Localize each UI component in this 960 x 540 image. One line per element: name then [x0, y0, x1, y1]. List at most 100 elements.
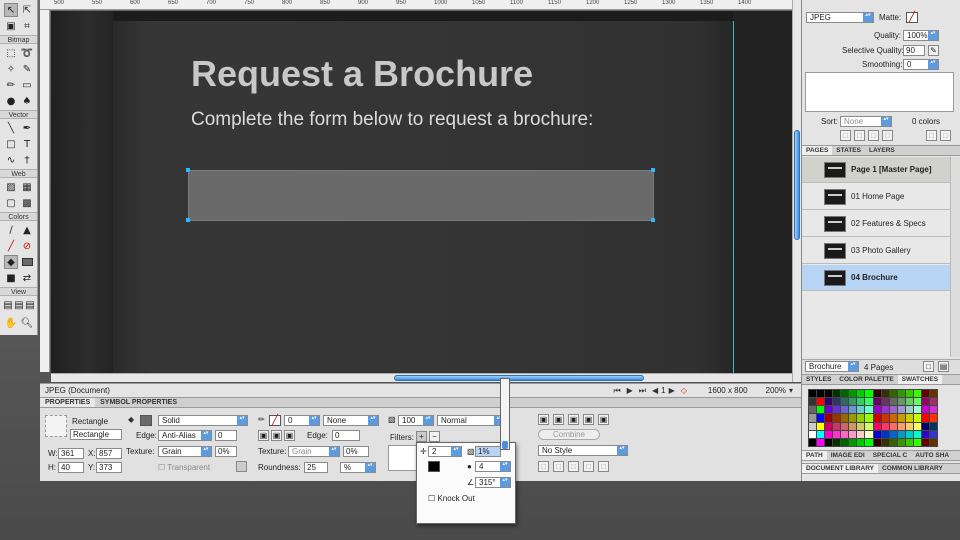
swatch-cell[interactable]	[881, 422, 889, 430]
roundness-field[interactable]: 25	[304, 462, 328, 473]
swatch-cell[interactable]	[897, 390, 905, 398]
selective-quality-field[interactable]: 90	[903, 45, 925, 56]
swatch-cell[interactable]	[913, 414, 921, 422]
tab-special-characters[interactable]: SPECIAL C	[869, 451, 912, 460]
swatch-cell[interactable]	[913, 422, 921, 430]
shadow-opacity-field[interactable]: 1%	[475, 446, 501, 457]
swatch-cell[interactable]	[809, 438, 817, 446]
swatch-cell[interactable]	[825, 414, 833, 422]
swatch-cell[interactable]	[921, 414, 929, 422]
swatch-cell[interactable]	[929, 422, 937, 430]
page-row[interactable]: Page 1 [Master Page]	[802, 157, 950, 183]
tab-swatches[interactable]: SWATCHES	[897, 375, 943, 384]
selection-handle[interactable]	[186, 168, 190, 172]
stroke-center-icon[interactable]: ▣	[271, 430, 282, 441]
eyedropper-icon[interactable]: ∕	[4, 223, 18, 237]
rubber-stamp-icon[interactable]: ♠	[20, 94, 34, 108]
swatch-cell[interactable]	[929, 430, 937, 438]
swatch-cell[interactable]	[913, 398, 921, 406]
stroke-color-icon[interactable]: ╱	[4, 239, 18, 253]
paint-fill-icon[interactable]: ◆	[4, 255, 18, 269]
rectangle-icon[interactable]: □	[4, 137, 18, 151]
swatch-cell[interactable]	[921, 406, 929, 414]
stroke-type-select[interactable]: None	[323, 415, 379, 426]
swatch-cell[interactable]	[841, 406, 849, 414]
fill-type-select[interactable]: Solid	[158, 415, 248, 426]
swatch-cell[interactable]	[849, 422, 857, 430]
selection-handle[interactable]	[186, 218, 190, 222]
object-name-field[interactable]: Rectangle	[70, 429, 122, 440]
y-field[interactable]: 373	[96, 462, 122, 473]
swatch-cell[interactable]	[889, 406, 897, 414]
swatch-cell[interactable]	[897, 422, 905, 430]
swatch-cell[interactable]	[865, 398, 873, 406]
opacity-slider[interactable]	[500, 378, 510, 450]
knockout-checkbox[interactable]: ☐ Knock Out	[428, 494, 475, 503]
swatch-cell[interactable]	[849, 406, 857, 414]
line-icon[interactable]: ╲	[4, 121, 18, 135]
softness-field[interactable]: 4	[475, 461, 511, 472]
vertical-scrollbar[interactable]	[792, 0, 801, 382]
stop-icon[interactable]: ◇	[681, 386, 687, 395]
swatch-cell[interactable]	[873, 430, 881, 438]
subselect-icon[interactable]: ⇱	[20, 3, 34, 17]
vertical-guide[interactable]	[733, 21, 734, 373]
style-option-icon[interactable]: □	[598, 461, 609, 472]
sort-select[interactable]: None	[840, 116, 892, 127]
standard-mode-icon[interactable]: ▤	[3, 298, 13, 312]
magic-wand-icon[interactable]: ✧	[4, 62, 18, 76]
stroke-color-swatch[interactable]: ╱	[269, 415, 281, 426]
shadow-color-swatch[interactable]	[428, 461, 440, 472]
prev-page-icon[interactable]: ◀	[652, 386, 658, 395]
swatch-cell[interactable]	[889, 430, 897, 438]
blend-mode-select[interactable]: Normal	[437, 415, 505, 426]
swatch-cell[interactable]	[897, 398, 905, 406]
x-field[interactable]: 857	[96, 448, 122, 459]
tab-properties[interactable]: PROPERTIES	[40, 398, 96, 407]
pencil-icon[interactable]: ✏	[4, 78, 18, 92]
swatch-cell[interactable]	[873, 414, 881, 422]
swatch-cell[interactable]	[897, 414, 905, 422]
swatch-cell[interactable]	[849, 398, 857, 406]
swatch-cell[interactable]	[849, 430, 857, 438]
swatch-cell[interactable]	[897, 438, 905, 446]
angle-field[interactable]: 315°	[475, 477, 511, 488]
path-crop-icon[interactable]: ▣	[583, 414, 594, 425]
swatch-cell[interactable]	[857, 422, 865, 430]
swatch-cell[interactable]	[921, 422, 929, 430]
no-color-icon[interactable]: ⊘	[20, 239, 34, 253]
swatch-cell[interactable]	[833, 398, 841, 406]
width-field[interactable]: 361	[58, 448, 84, 459]
scale-icon[interactable]: ▣	[4, 19, 18, 33]
tab-states[interactable]: STATES	[832, 146, 865, 155]
edge-select[interactable]: Anti-Alias	[158, 430, 212, 441]
swatch-cell[interactable]	[849, 414, 857, 422]
palette-option-icon[interactable]: □	[868, 130, 879, 141]
full-screen-menu-icon[interactable]: ▤	[14, 298, 24, 312]
tab-auto-shapes[interactable]: AUTO SHA	[911, 451, 953, 460]
tab-symbol-properties[interactable]: SYMBOL PROPERTIES	[95, 398, 182, 407]
edge-value-field[interactable]: 0	[215, 430, 237, 441]
selected-rectangle[interactable]	[188, 170, 654, 221]
brush-icon[interactable]: ✎	[20, 62, 34, 76]
stroke-edge-field[interactable]: 0	[332, 430, 360, 441]
swatch-cell[interactable]	[809, 390, 817, 398]
vertical-scroll-thumb[interactable]	[794, 130, 800, 240]
swatch-cell[interactable]	[905, 422, 913, 430]
page-row[interactable]: 01 Home Page	[802, 184, 950, 210]
roundness-unit-select[interactable]: %	[340, 462, 376, 473]
texture-select[interactable]: Grain	[158, 446, 212, 457]
swatch-cell[interactable]	[817, 414, 825, 422]
palette-option-icon[interactable]: □	[882, 130, 893, 141]
page-row-selected[interactable]: 04 Brochure	[802, 265, 950, 291]
swatch-cell[interactable]	[809, 406, 817, 414]
remove-filter-button[interactable]: −	[429, 431, 440, 442]
tab-document-library[interactable]: DOCUMENT LIBRARY	[802, 464, 879, 473]
swatch-cell[interactable]	[865, 438, 873, 446]
swatch-cell[interactable]	[833, 414, 841, 422]
transparent-checkbox[interactable]: ☐ Transparent	[158, 463, 210, 472]
combine-button[interactable]: Combine	[538, 429, 600, 440]
page-headline[interactable]: Request a Brochure	[191, 53, 533, 95]
swatch-cell[interactable]	[897, 430, 905, 438]
swatch-cell[interactable]	[913, 438, 921, 446]
